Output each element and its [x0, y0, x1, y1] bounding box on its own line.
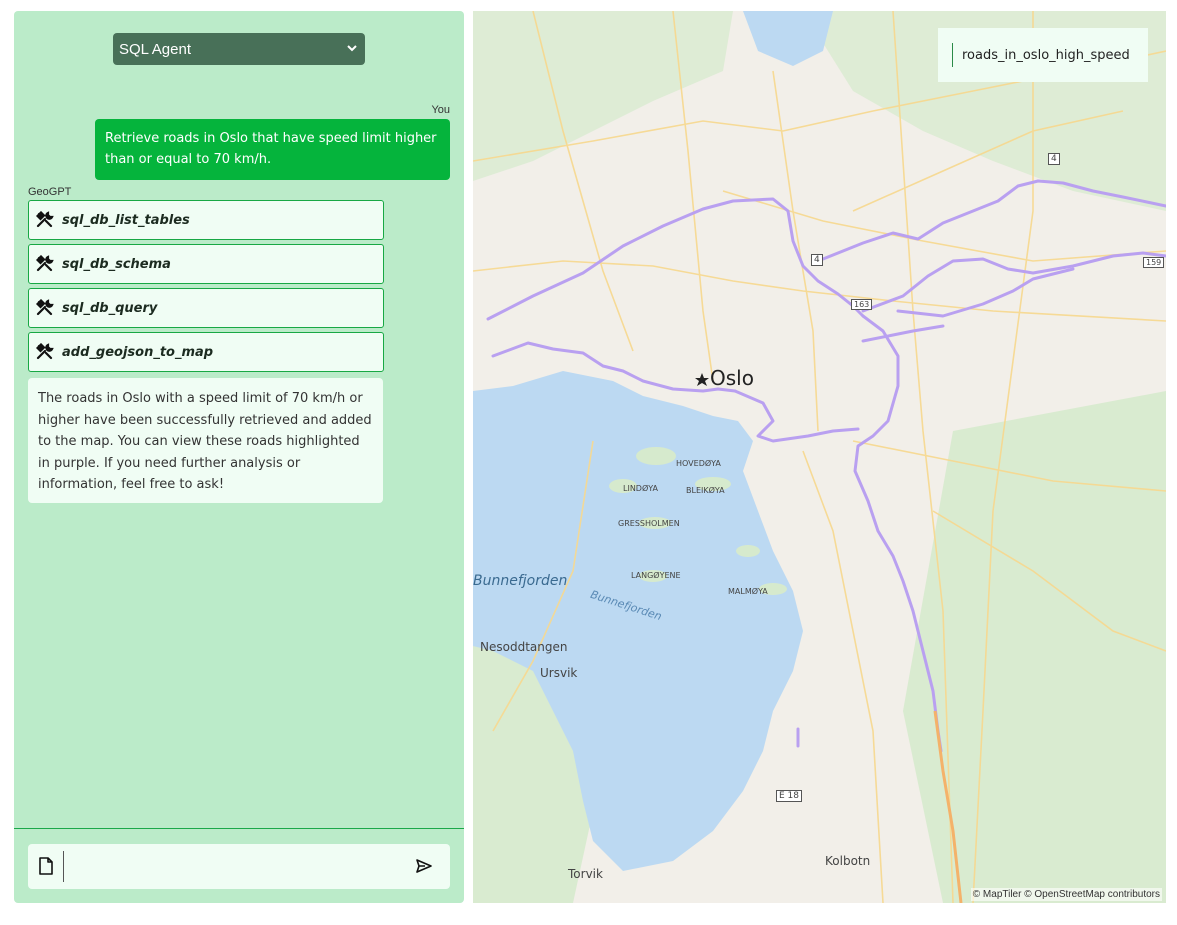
tool-call-label: sql_db_schema — [62, 256, 171, 272]
tool-call-label: sql_db_query — [62, 300, 158, 316]
map-label-nesoddtangen: Nesoddtangen — [480, 640, 568, 654]
divider — [14, 828, 464, 829]
input-caret — [63, 851, 64, 882]
map-label-oslo: Oslo — [710, 366, 754, 390]
tool-call-add-geojson[interactable]: add_geojson_to_map — [28, 332, 384, 372]
road-shield-4: 4 — [1048, 153, 1060, 165]
road-shield-e18: E 18 — [776, 790, 802, 802]
tools-icon — [36, 211, 54, 228]
tool-call-label: add_geojson_to_map — [62, 344, 214, 360]
chevron-down-icon — [347, 45, 357, 52]
layer-panel[interactable]: roads_in_oslo_high_speed — [938, 28, 1148, 82]
road-shield-159: 159 — [1143, 257, 1165, 268]
layer-name: roads_in_oslo_high_speed — [962, 48, 1130, 63]
map-label-gressholmen: GRESSHOLMEN — [618, 519, 680, 528]
map-label-hovedoya: HOVEDØYA — [676, 459, 721, 468]
map-attribution[interactable]: © MapTiler © OpenStreetMap contributors — [970, 888, 1162, 901]
layer-color-bar — [952, 43, 953, 67]
map-label-torvik: Torvik — [568, 867, 603, 881]
map-label-ursvik: Ursvik — [540, 666, 578, 680]
file-icon[interactable] — [38, 857, 54, 875]
tool-call-query[interactable]: sql_db_query — [28, 288, 384, 328]
assistant-message: The roads in Oslo with a speed limit of … — [28, 378, 383, 503]
map-label-bleikoya: BLEIKØYA — [686, 486, 725, 495]
user-message: Retrieve roads in Oslo that have speed l… — [95, 119, 450, 180]
bot-label: GeoGPT — [28, 186, 72, 198]
map-label-malmoya: MALMØYA — [728, 587, 768, 596]
tools-icon — [36, 343, 54, 360]
road-shield-4: 4 — [811, 254, 823, 266]
map-view[interactable]: Oslo Bunnefjorden Bunnefjorden Nesoddtan… — [473, 11, 1166, 903]
message-input[interactable] — [68, 852, 402, 882]
send-icon[interactable] — [415, 858, 433, 874]
road-shield-163: 163 — [851, 299, 873, 310]
tools-icon — [36, 255, 54, 272]
map-label-langoyene: LANGØYENE — [631, 571, 681, 580]
tool-call-list-tables[interactable]: sql_db_list_tables — [28, 200, 384, 240]
message-composer — [28, 844, 450, 889]
tool-call-schema[interactable]: sql_db_schema — [28, 244, 384, 284]
tools-icon — [36, 299, 54, 316]
user-label: You — [431, 104, 450, 116]
tool-call-label: sql_db_list_tables — [62, 212, 190, 228]
map-label-kolbotn: Kolbotn — [825, 854, 871, 868]
chat-panel: SQL Agent You Retrieve roads in Oslo tha… — [14, 11, 464, 903]
map-label-bunnefjorden: Bunnefjorden — [473, 573, 568, 589]
agent-select-value: SQL Agent — [119, 40, 191, 58]
map-label-lindoya: LINDØYA — [623, 484, 658, 493]
agent-select[interactable]: SQL Agent — [113, 33, 365, 65]
map-basemap — [473, 11, 1166, 903]
